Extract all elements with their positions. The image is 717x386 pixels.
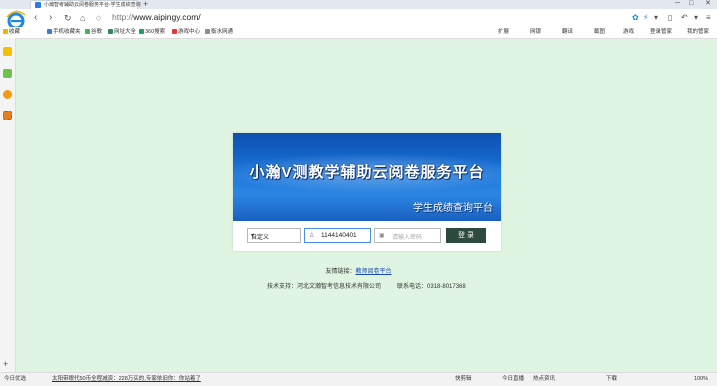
toolbar-extensions[interactable]: 扩展 xyxy=(498,28,509,37)
back-button[interactable]: ‹ xyxy=(34,12,37,24)
live-today[interactable]: 今日直播 xyxy=(502,375,524,383)
banner-title: 小瀚V测教学辅助云阅卷服务平台 xyxy=(249,164,485,181)
security-icon: ◇ xyxy=(96,15,102,22)
globe-icon xyxy=(108,29,113,34)
add-icon[interactable]: + xyxy=(3,359,8,369)
url-protocol: http:// xyxy=(112,12,134,22)
daily-picks[interactable]: 今日优选 xyxy=(4,375,26,383)
toolbar-login-manager[interactable]: 登录管家 xyxy=(650,28,672,37)
url-field[interactable]: http://www.aipingy.com/ xyxy=(112,12,201,22)
banner: 小瀚V测教学辅助云阅卷服务平台 学生成绩查询平台 xyxy=(233,133,501,221)
tab-title: 小瀚智考辅助云阅卷服务平台-学生成绩查询 xyxy=(44,2,141,8)
bookmark-favorites[interactable]: 收藏 xyxy=(3,28,20,37)
lock-icon: ▣ xyxy=(379,233,385,239)
minimize-button[interactable]: ─ xyxy=(675,0,680,8)
downloads[interactable]: 下载 xyxy=(606,375,617,383)
reload-button[interactable]: ↻ xyxy=(64,12,72,24)
folder-icon xyxy=(47,29,52,34)
login-panel: 小瀚V测教学辅助云阅卷服务平台 学生成绩查询平台 自定义 ▾ ♙ 1144140… xyxy=(233,133,501,251)
bookmark-360-search[interactable]: 360搜索 xyxy=(139,28,165,37)
google-icon xyxy=(85,29,90,34)
home-button[interactable]: ⌂ xyxy=(80,12,85,24)
app-icon[interactable] xyxy=(3,111,12,120)
notes-icon[interactable] xyxy=(3,69,12,78)
username-value: 1144140401 xyxy=(321,232,357,239)
menu-icon[interactable]: ▾ xyxy=(694,13,698,22)
forward-button[interactable]: › xyxy=(49,12,52,24)
support-text: 技术支持：河北文瀚智考信息技术有限公司 xyxy=(267,284,382,290)
password-input[interactable]: ▣ 请输入密码 xyxy=(374,228,441,243)
game-icon xyxy=(172,29,177,34)
url-host: www.aipingy.com/ xyxy=(133,12,201,22)
school-select[interactable]: 自定义 ▾ xyxy=(247,228,301,243)
title-bar: 小瀚智考辅助云阅卷服务平台-学生成绩查询 + ─ □ ✕ xyxy=(0,0,717,9)
friend-links: 友情链接：教师阅卷平台 xyxy=(0,266,717,275)
chevron-down-icon[interactable]: ▾ xyxy=(654,13,658,22)
password-placeholder: 请输入密码 xyxy=(392,235,423,241)
weibo-icon[interactable] xyxy=(3,90,12,99)
browser-tab[interactable]: 小瀚智考辅助云阅卷服务平台-学生成绩查询 xyxy=(30,0,141,9)
side-bar: + xyxy=(0,38,16,372)
quick-edit[interactable]: 快剪辑 xyxy=(455,375,472,383)
page-icon xyxy=(205,29,210,34)
phone-icon[interactable]: ▯ xyxy=(668,13,672,22)
news-ticker[interactable]: 太阳带眼代50币全程减资：228万买的,专家依旧你：你站着了 xyxy=(52,375,201,383)
zoom-level[interactable]: 100% xyxy=(694,375,708,383)
toolbar-translate[interactable]: 翻译 xyxy=(562,28,573,37)
friend-links-label: 友情链接： xyxy=(325,269,356,275)
toolbar-games[interactable]: 游戏 xyxy=(623,28,634,37)
user-icon: ♙ xyxy=(309,233,315,239)
username-input[interactable]: ♙ 1144140401 xyxy=(304,228,371,243)
bookmark-hengshui[interactable]: 衡水网通 xyxy=(205,28,233,37)
star-icon xyxy=(3,29,8,34)
bookmarks-bar: 收藏 手机收藏夹 谷歌 网址大全 360搜索 游戏中心 衡水网通 扩展 网银 翻… xyxy=(0,27,717,39)
support-info: 技术支持：河北文瀚智考信息技术有限公司 联系电话：0318-8017368 xyxy=(267,281,466,290)
status-bar: 今日优选 太阳带眼代50币全程减资：228万买的,专家依旧你：你站着了 快剪辑 … xyxy=(0,372,717,386)
search-icon xyxy=(139,29,144,34)
close-window-button[interactable]: ✕ xyxy=(705,0,711,8)
undo-icon[interactable]: ↶ xyxy=(681,13,688,22)
hot-news[interactable]: 热点资讯 xyxy=(533,375,555,383)
address-bar-row: ‹ › ↻ ⌂ ◇ http://www.aipingy.com/ ✿ ⚡ ▾ … xyxy=(0,9,717,30)
more-icon[interactable]: ≡ xyxy=(706,13,711,22)
dropdown-arrow-icon: ▾ xyxy=(251,233,255,239)
new-tab-button[interactable]: + xyxy=(143,0,148,9)
maximize-button[interactable]: □ xyxy=(689,0,693,8)
teacher-platform-link[interactable]: 教师阅卷平台 xyxy=(356,269,392,275)
lightning-icon[interactable]: ⚡ xyxy=(643,13,649,22)
favorites-icon[interactable] xyxy=(3,47,12,56)
toolbar-bank[interactable]: 网银 xyxy=(530,28,541,37)
bookmark-games[interactable]: 游戏中心 xyxy=(172,28,200,37)
tab-favicon-icon xyxy=(35,2,41,8)
phone-text: 联系电话：0318-8017368 xyxy=(397,284,466,290)
banner-subtitle: 学生成绩查询平台 xyxy=(413,203,493,214)
toolbar-my-manager[interactable]: 我的管家 xyxy=(687,28,709,37)
settings-icon[interactable]: ✿ xyxy=(632,13,639,22)
bookmark-google[interactable]: 谷歌 xyxy=(85,28,102,37)
toolbar-screenshot[interactable]: 截图 xyxy=(594,28,605,37)
bookmark-mobile[interactable]: 手机收藏夹 xyxy=(47,28,81,37)
login-button[interactable]: 登 录 xyxy=(446,228,486,243)
bookmark-directory[interactable]: 网址大全 xyxy=(108,28,136,37)
